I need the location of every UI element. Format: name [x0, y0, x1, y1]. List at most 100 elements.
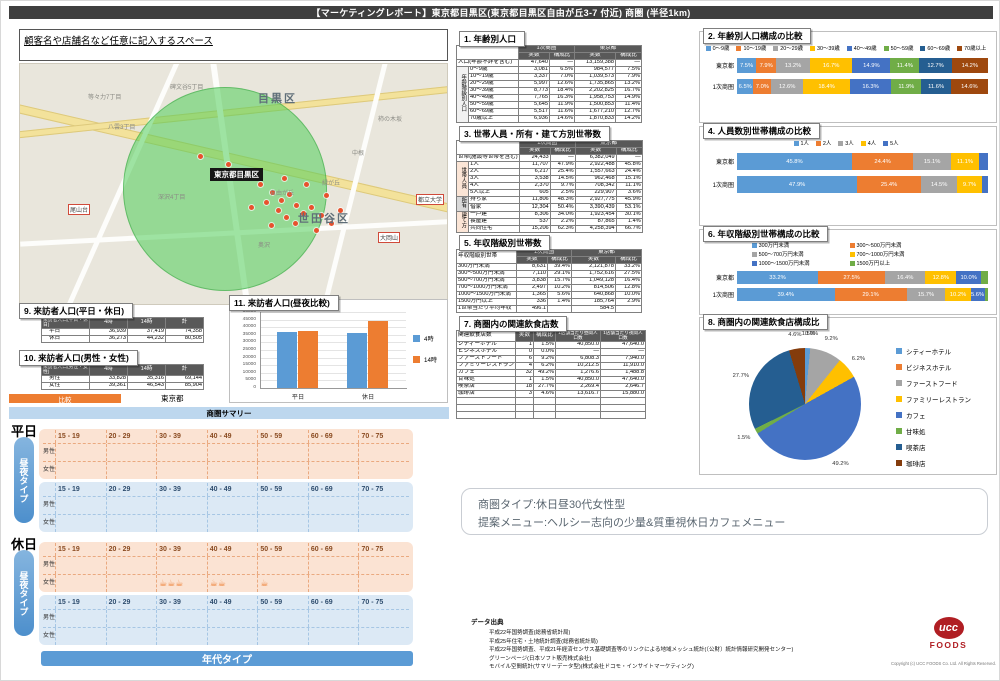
legend-swatch-icon: [861, 141, 866, 146]
table-row: 20〜29歳5,99712.6%1,735,86513.2%: [457, 81, 642, 88]
legend-swatch-icon: [896, 380, 902, 386]
data-table: 来訪者人口(男性・女性)4時14時計男性33,82835,31669,144女性…: [41, 364, 204, 390]
coffee-cup-icon: ☕☕: [210, 578, 226, 589]
table-row: 長屋建5372.2%87,8651.4%: [457, 218, 643, 225]
proposal-box: 商圏タイプ:休日昼30代女性型 提案メニュー:ヘルシー志向の少量&質重視休日カフ…: [461, 488, 988, 535]
legend-swatch-icon: [896, 348, 902, 354]
stacked-bar-chart: 300万円未満300〜500万円未満500〜700万円未満700〜1000万円未…: [700, 230, 996, 314]
band-cell: ☕☕: [207, 575, 258, 592]
table-row: 4人2,3709.7%708,34211.1%: [457, 183, 643, 190]
bar-segment: 15.1%: [913, 153, 951, 170]
bar-row-label: 東京都: [704, 273, 737, 282]
source-item: 平成25年住宅・土地統計調査(総務省統計局): [489, 638, 793, 647]
table-row: 喫茶店1827.7%2,269.42,646.7: [457, 383, 646, 390]
bar-segment: 29.1%: [835, 288, 907, 301]
bar-segment: [981, 271, 988, 284]
age-column-label: 15 - 19: [55, 543, 106, 556]
band-cell: [156, 515, 207, 532]
map-place-label: 等々力7丁目: [88, 92, 121, 101]
restaurants-table: 関連飲食店数実数構成比1店舗当たり昼間人口数1店舗当たり夜間人口数シティーホテル…: [456, 330, 646, 419]
bar-segment: 7.0%: [753, 79, 771, 94]
band-cell: [55, 557, 106, 574]
bar-segment: [982, 176, 988, 193]
bar-segment: 10.2%: [945, 288, 970, 301]
band-cell: [207, 557, 258, 574]
legend-swatch-icon: [957, 46, 962, 51]
store-dot: [226, 162, 231, 167]
band-row: 男性: [43, 609, 409, 627]
legend-swatch-icon: [794, 141, 799, 146]
legend-swatch-icon: [810, 46, 815, 51]
legend-swatch-icon: [838, 141, 843, 146]
pie-label: 6.2%: [852, 356, 865, 362]
table-row: カフェ3249.2%1,276.61,488.8: [457, 369, 646, 376]
legend-item: 喫茶店: [896, 442, 971, 452]
legend-item: 700〜1000万円未満: [850, 250, 941, 258]
client-note-box: 顧客名や店舗名など任意に記入するスペース: [19, 29, 448, 61]
age-column-label: 50 - 59: [257, 430, 308, 443]
chart-legend: シティーホテルビジネスホテルファーストフードファミリーレストランカフェ甘味処喫茶…: [896, 346, 971, 468]
band-cell: [308, 575, 359, 592]
bar-segment: 12.7%: [919, 58, 951, 73]
legend-item: 5人: [883, 139, 898, 147]
table-row: 60〜69歳5,51711.6%1,677,21012.7%: [457, 109, 642, 116]
band-cell: [55, 575, 106, 592]
table-row: 休日36,27344,23280,505: [42, 336, 204, 343]
data-sources-label: データ出典: [471, 618, 793, 628]
section-title-visitors-day: 9. 来訪者人口(平日・休日): [19, 303, 133, 319]
band-cell: [106, 575, 157, 592]
age-column-label: 30 - 39: [156, 483, 207, 496]
source-item: グリーンページ(日本ソフト販売株式会社): [489, 655, 793, 664]
section-title-income-composition: 6. 年収階級別世帯構成の比較: [703, 226, 828, 242]
bar-segment: 24.4%: [852, 153, 913, 170]
table-row: シティーホテル11.5%40,850.047,640.0: [457, 341, 646, 348]
pie-label: 49.2%: [832, 461, 848, 467]
section-title-age-composition: 2. 年齢別人口構成の比較: [703, 28, 811, 44]
table-row: 世帯(施設等世帯を含む)24,433―6,382,049―: [457, 155, 643, 162]
proposal-type: 商圏タイプ:休日昼30代女性型: [478, 496, 987, 514]
band-cell: [106, 444, 157, 461]
legend-swatch-icon: [752, 243, 757, 248]
band-cell: [156, 557, 207, 574]
data-table: 関連飲食店数実数構成比1店舗当たり昼間人口数1店舗当たり夜間人口数シティーホテル…: [456, 330, 646, 419]
bar-segment: 13.2%: [776, 58, 810, 73]
compare-legend-swatch: 比較: [9, 394, 121, 403]
band-cell: [156, 610, 207, 627]
legend-swatch-icon: [850, 252, 855, 257]
age-column-label: 15 - 19: [55, 430, 106, 443]
gender-label: 男性: [43, 610, 55, 627]
bar-segment: [979, 153, 988, 170]
bar-segment: 12.6%: [771, 79, 803, 94]
bar-segment: 25.4%: [857, 176, 921, 193]
age-column-label: 20 - 29: [106, 543, 157, 556]
table-row: 珈琲店34.6%13,616.715,880.0: [457, 390, 646, 397]
pie-label: 0.0%: [805, 331, 818, 337]
table-row: 1世帯当たり平均年収496.1584.5: [457, 306, 642, 313]
table-row: 70歳以上6,93614.6%1,870,83314.2%: [457, 116, 642, 123]
legend-swatch-icon: [896, 444, 902, 450]
band-row: 女性: [43, 627, 409, 645]
band-cell: [55, 462, 106, 479]
legend-swatch-icon: [896, 364, 902, 370]
band-cell: [257, 557, 308, 574]
band-cell: [358, 444, 409, 461]
legend-swatch-icon: [752, 252, 757, 257]
age-column-label: 60 - 69: [308, 430, 359, 443]
age-column-label: 50 - 59: [257, 596, 308, 609]
band-cell: [106, 515, 157, 532]
band-cell: [358, 610, 409, 627]
legend-swatch-icon: [816, 141, 821, 146]
table-row: 所有持ち家11,80648.3%2,927,77545.9%: [457, 197, 643, 204]
age-column-label: 40 - 49: [207, 596, 258, 609]
legend-swatch-icon: [752, 261, 757, 266]
store-dot: [282, 176, 287, 181]
table-row: 40〜49歳7,76516.3%1,958,75314.9%: [457, 95, 642, 102]
band-cell: [207, 610, 258, 627]
table-row: 男性33,82835,31669,144: [42, 376, 204, 383]
map-district-chip: 東京都目黒区: [210, 168, 263, 181]
band-cell: [358, 497, 409, 514]
map-place-label: 中根: [352, 148, 364, 157]
band-row: 男性: [43, 496, 409, 514]
axis-tick-label: 0: [230, 385, 256, 390]
visitors-daynight-chart: 0500010000150002000025000300003500040000…: [229, 299, 448, 403]
